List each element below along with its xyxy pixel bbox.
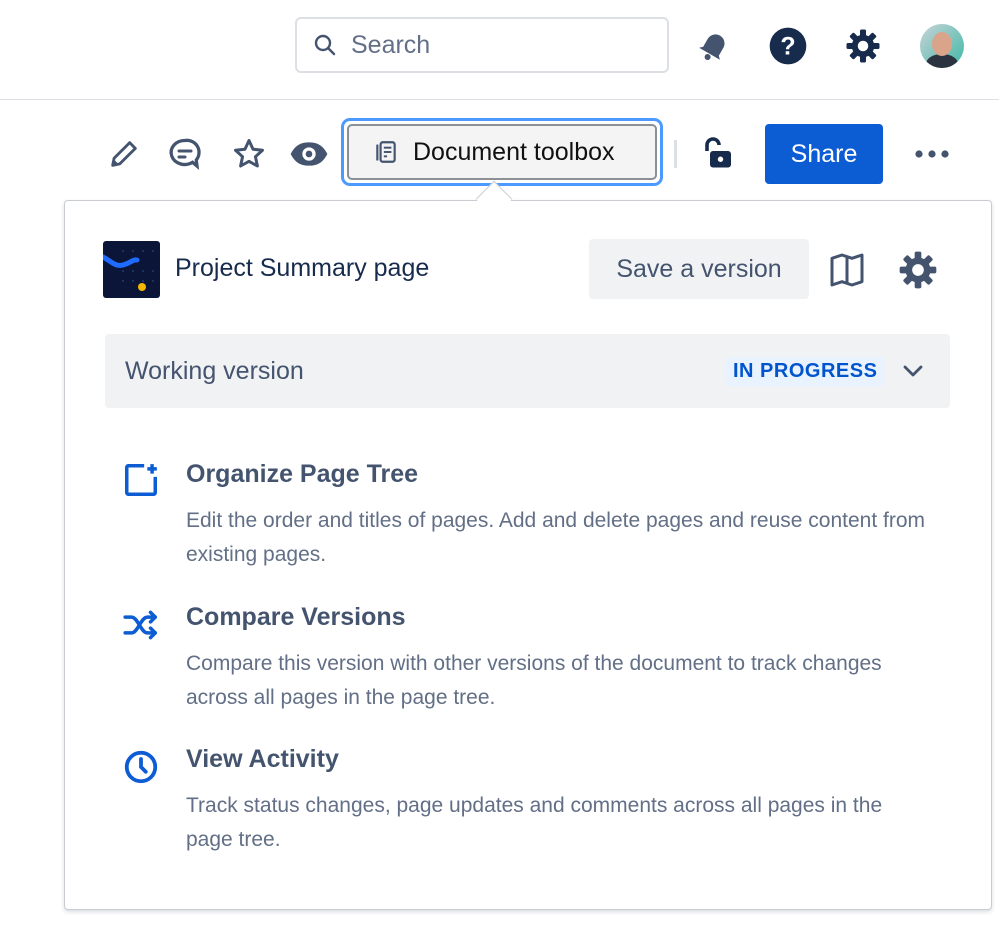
working-version-dropdown[interactable]: Working version IN PROGRESS	[105, 334, 950, 408]
item-title: Compare Versions	[186, 603, 406, 631]
search-placeholder: Search	[351, 30, 431, 59]
share-button[interactable]: Share	[765, 124, 883, 184]
watch-eye-icon[interactable]	[289, 134, 329, 174]
search-input[interactable]: Search	[295, 17, 669, 73]
search-icon	[314, 34, 336, 56]
clock-icon	[124, 750, 158, 784]
page-title: Project Summary page	[175, 254, 430, 282]
help-icon[interactable]: ?	[768, 26, 808, 66]
page-logo	[103, 241, 160, 298]
edit-pencil-icon[interactable]	[104, 134, 144, 174]
save-version-button[interactable]: Save a version	[589, 239, 809, 299]
shuffle-compare-icon	[123, 610, 157, 640]
document-icon	[376, 141, 396, 163]
user-avatar[interactable]	[920, 24, 964, 68]
add-page-icon	[125, 464, 157, 496]
status-badge: IN PROGRESS	[726, 357, 885, 386]
star-icon[interactable]	[229, 134, 269, 174]
item-description: Compare this version with other versions…	[186, 652, 882, 709]
comment-icon[interactable]	[165, 134, 205, 174]
unlocked-padlock-icon[interactable]	[696, 134, 736, 174]
item-title: Organize Page Tree	[186, 460, 419, 488]
panel-settings-gear-icon[interactable]	[898, 250, 938, 290]
svg-text:?: ?	[780, 32, 795, 60]
document-toolbox-label: Document toolbox	[413, 137, 615, 166]
document-toolbox-button[interactable]: Document toolbox	[341, 118, 663, 186]
chevron-down-icon	[903, 365, 923, 377]
item-description: Edit the order and titles of pages. Add …	[186, 509, 925, 566]
version-label: Working version	[125, 357, 304, 385]
item-description: Track status changes, page updates and c…	[186, 794, 883, 851]
book-icon[interactable]	[827, 250, 867, 290]
more-actions-icon[interactable]	[912, 134, 952, 174]
notifications-bell-icon[interactable]	[694, 26, 734, 66]
settings-gear-icon[interactable]	[843, 26, 883, 66]
toolbar-divider	[674, 140, 677, 168]
item-title: View Activity	[186, 745, 339, 773]
